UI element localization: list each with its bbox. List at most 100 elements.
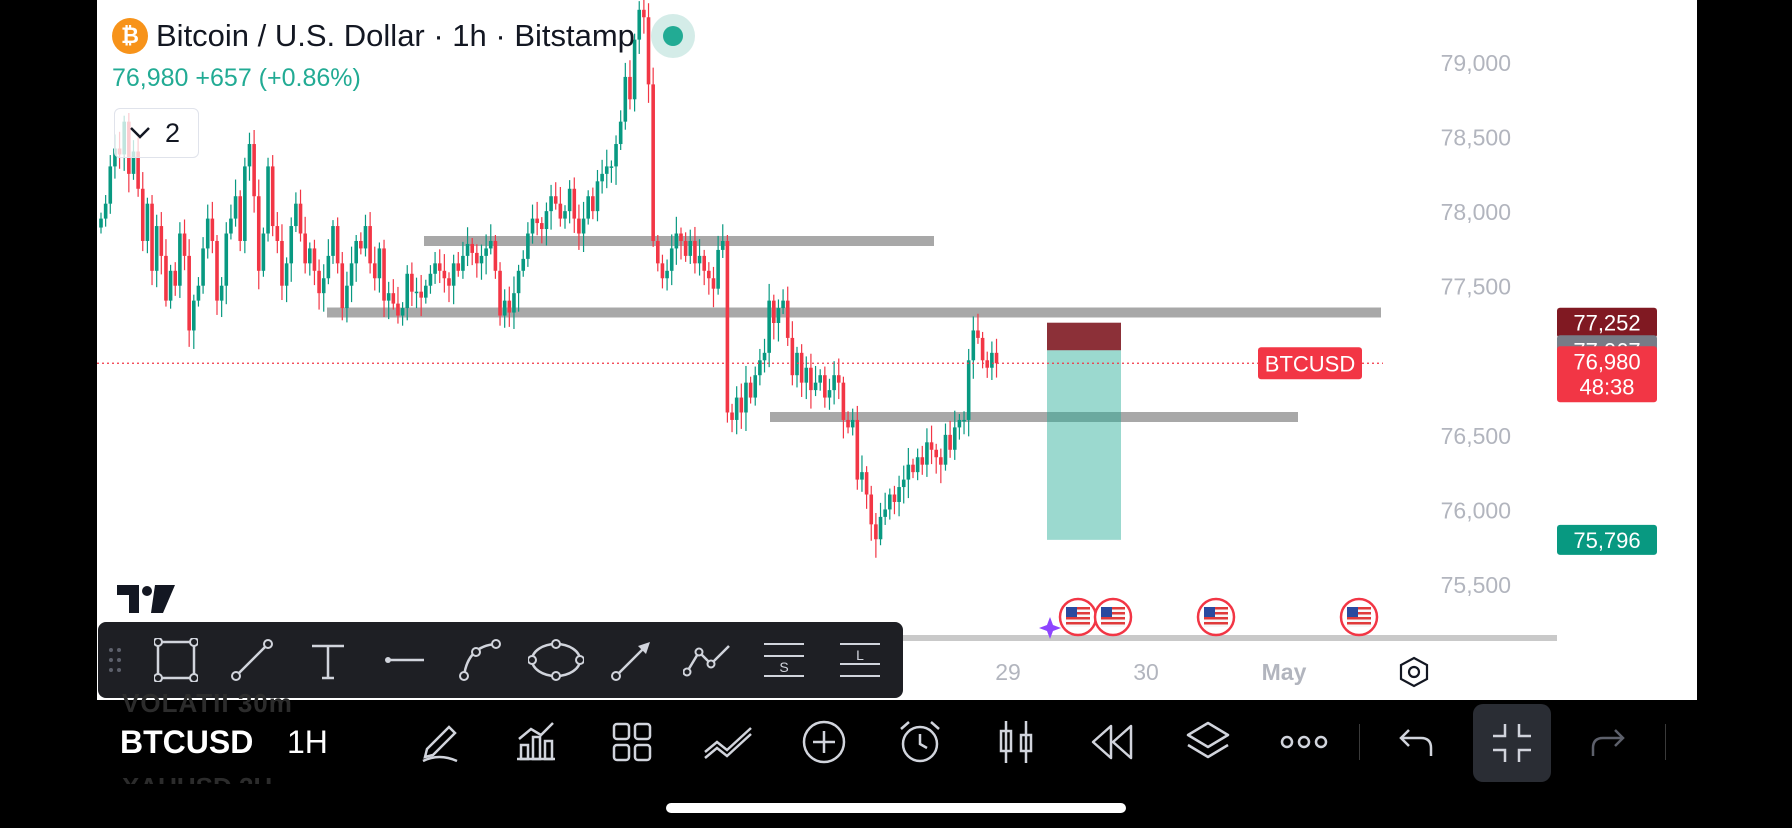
candle-body[interactable] — [340, 263, 345, 309]
candle-body[interactable] — [368, 226, 372, 264]
candle-body[interactable] — [934, 449, 938, 458]
candle-body[interactable] — [767, 300, 771, 353]
candle-body[interactable] — [507, 300, 512, 313]
candle-body[interactable] — [168, 270, 173, 301]
candle-body[interactable] — [929, 442, 934, 450]
short-position-tool-icon[interactable]: S — [746, 630, 822, 690]
candle-body[interactable] — [762, 352, 767, 361]
candle-body[interactable] — [679, 233, 683, 241]
candle-body[interactable] — [331, 226, 335, 256]
candle-body[interactable] — [818, 375, 822, 383]
candle-body[interactable] — [224, 233, 229, 286]
candle-body[interactable] — [238, 196, 242, 241]
candle-body[interactable] — [809, 367, 813, 391]
candle-body[interactable] — [994, 352, 999, 364]
candle-body[interactable] — [660, 263, 665, 279]
candle-body[interactable] — [725, 240, 730, 413]
candle-body[interactable] — [516, 270, 521, 294]
price-pane[interactable] — [97, 0, 1557, 641]
candle-body[interactable] — [966, 360, 971, 420]
candle-body[interactable] — [484, 248, 488, 256]
candle-body[interactable] — [252, 144, 256, 197]
candle-body[interactable] — [178, 233, 182, 286]
candle-body[interactable] — [897, 487, 901, 502]
candle-body[interactable] — [488, 240, 493, 249]
candle-body[interactable] — [952, 427, 957, 450]
candle-body[interactable] — [716, 249, 720, 289]
candle-body[interactable] — [442, 270, 447, 279]
arrow-tool-icon[interactable] — [594, 630, 670, 690]
candle-body[interactable] — [428, 273, 433, 286]
candle-body[interactable] — [354, 240, 358, 264]
candle-body[interactable] — [827, 390, 832, 398]
curve-tool-icon[interactable] — [442, 630, 518, 690]
candle-body[interactable] — [628, 76, 632, 100]
candle-body[interactable] — [99, 218, 103, 228]
us-economic-event-icon[interactable] — [1093, 597, 1133, 637]
candle-body[interactable] — [461, 255, 465, 271]
alarm-clock-icon[interactable] — [894, 718, 946, 766]
candle-body[interactable] — [707, 270, 711, 279]
candle-body[interactable] — [892, 494, 897, 502]
candle-body[interactable] — [730, 412, 734, 420]
candle-body[interactable] — [674, 233, 679, 249]
candle-body[interactable] — [280, 240, 284, 286]
add-icon[interactable] — [798, 718, 850, 766]
candle-body[interactable] — [451, 263, 456, 286]
candle-body[interactable] — [976, 330, 980, 338]
us-economic-event-icon[interactable] — [1196, 597, 1236, 637]
candle-body[interactable] — [535, 218, 539, 224]
candle-body[interactable] — [841, 382, 846, 420]
candle-body[interactable] — [447, 278, 451, 286]
time-axis[interactable]: 282930May — [855, 656, 1429, 688]
candle-body[interactable] — [275, 226, 280, 241]
candle-body[interactable] — [693, 240, 697, 264]
candle-body[interactable] — [651, 84, 655, 241]
candle-body[interactable] — [869, 494, 874, 525]
candle-body[interactable] — [396, 303, 400, 316]
candle-body[interactable] — [243, 166, 247, 241]
candle-body[interactable] — [187, 255, 191, 331]
candle-body[interactable] — [289, 226, 294, 264]
candle-body[interactable] — [864, 472, 869, 495]
watchlist-next-item[interactable]: XAUUSD 2H — [122, 772, 272, 784]
us-economic-event-icon[interactable] — [1339, 597, 1379, 637]
candle-body[interactable] — [920, 457, 925, 465]
candle-body[interactable] — [192, 300, 196, 331]
candle-body[interactable] — [308, 248, 312, 264]
candle-body[interactable] — [925, 442, 929, 465]
interval-selector[interactable]: 1H — [287, 724, 328, 761]
candle-body[interactable] — [377, 248, 382, 279]
candle-body[interactable] — [915, 457, 920, 473]
candle-body[interactable] — [382, 248, 386, 301]
candle-body[interactable] — [990, 352, 994, 368]
candle-body[interactable] — [758, 360, 762, 376]
candle-body[interactable] — [799, 352, 804, 383]
candle-body[interactable] — [948, 434, 952, 450]
candle-body[interactable] — [312, 248, 317, 271]
candle-body[interactable] — [971, 330, 976, 361]
candle-body[interactable] — [980, 337, 985, 361]
candle-body[interactable] — [883, 509, 887, 517]
symbol-header[interactable]: ₿ Bitcoin / U.S. Dollar · 1h · Bitstamp — [112, 14, 695, 58]
market-status-icon[interactable] — [650, 14, 695, 58]
undo-icon[interactable] — [1389, 718, 1441, 766]
candle-body[interactable] — [888, 494, 892, 510]
candle-body[interactable] — [359, 240, 363, 249]
us-economic-event-icon[interactable] — [1058, 597, 1098, 637]
candle-body[interactable] — [219, 285, 224, 301]
candle-body[interactable] — [795, 352, 799, 376]
text-tool-icon[interactable] — [290, 630, 366, 690]
candle-body[interactable] — [567, 188, 572, 212]
candle-body[interactable] — [609, 166, 614, 168]
candle-body[interactable] — [419, 291, 423, 298]
exit-fullscreen-button[interactable] — [1473, 704, 1551, 782]
candle-body[interactable] — [335, 226, 340, 264]
more-options-icon[interactable] — [1278, 718, 1330, 766]
candle-body[interactable] — [196, 285, 201, 301]
indicator-toggle-button[interactable]: 2 — [114, 108, 199, 158]
candle-body[interactable] — [772, 300, 776, 323]
candle-body[interactable] — [103, 203, 108, 219]
candlestick-type-icon[interactable] — [990, 718, 1042, 766]
redo-icon[interactable] — [1583, 718, 1635, 766]
